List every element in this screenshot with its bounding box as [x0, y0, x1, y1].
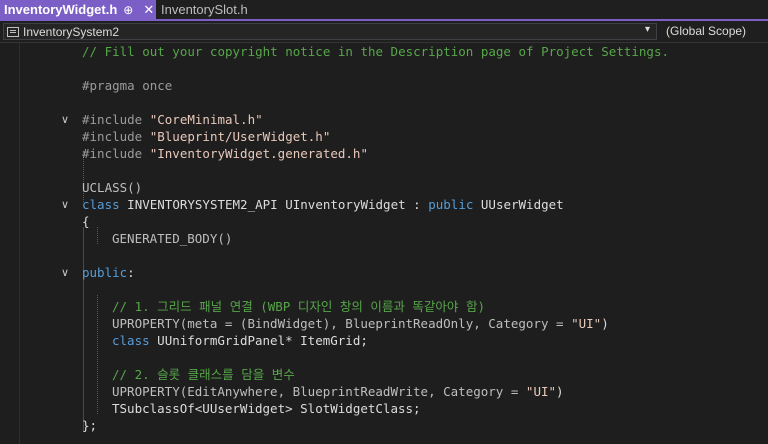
- fold-toggle-icon[interactable]: ∨: [61, 264, 73, 281]
- tab-inventorywidget-h[interactable]: InventoryWidget.h ⊕ ✕: [0, 0, 156, 19]
- code-line: #include "Blueprint/UserWidget.h": [82, 129, 331, 144]
- code-line: TSubclassOf<UUserWidget> SlotWidgetClass…: [112, 401, 421, 416]
- global-scope-dropdown[interactable]: (Global Scope): [666, 24, 746, 38]
- fold-toggle-icon[interactable]: ∨: [61, 196, 73, 213]
- code-line: class UUniformGridPanel* ItemGrid;: [112, 333, 368, 348]
- tab-label: InventorySlot.h: [161, 2, 248, 17]
- indent-guide: [97, 227, 98, 244]
- indent-guide: [97, 295, 98, 414]
- code-line: GENERATED_BODY(): [112, 231, 233, 246]
- code-line: #include "CoreMinimal.h": [82, 112, 263, 127]
- code-line: };: [82, 418, 98, 433]
- code-line: class INVENTORYSYSTEM2_API UInventoryWid…: [82, 197, 564, 212]
- code-line: #pragma once: [82, 78, 173, 93]
- indent-guide: [83, 227, 84, 431]
- fold-toggle-icon[interactable]: ∨: [61, 111, 73, 128]
- close-icon[interactable]: ✕: [143, 2, 154, 18]
- code-line: UCLASS(): [82, 180, 143, 195]
- project-scope-dropdown[interactable]: InventorySystem2 ▾: [3, 23, 657, 40]
- project-icon: [7, 26, 19, 37]
- project-scope-label: InventorySystem2: [23, 24, 120, 39]
- code-line: // Fill out your copyright notice in the…: [82, 44, 669, 59]
- pin-icon[interactable]: ⊕: [123, 3, 133, 17]
- gutter-separator: [19, 43, 20, 444]
- code-line: // 2. 슬롯 클래스를 담을 변수: [112, 367, 295, 382]
- tab-inventoryslot-h[interactable]: InventorySlot.h: [157, 0, 267, 19]
- code-line: public:: [82, 265, 135, 280]
- code-line: #include "InventoryWidget.generated.h": [82, 146, 368, 161]
- chevron-down-icon[interactable]: ▾: [645, 24, 650, 35]
- code-line: UPROPERTY(EditAnywhere, BlueprintReadWri…: [112, 384, 564, 399]
- tab-label: InventoryWidget.h: [4, 2, 118, 17]
- code-editor[interactable]: ∨ ∨ ∨ // Fill out your copyright notice …: [0, 43, 768, 444]
- code-line: {: [82, 214, 90, 229]
- code-line: // 1. 그리드 패널 연결 (WBP 디자인 창의 이름과 똑같아야 함): [112, 299, 485, 314]
- navigation-bar: InventorySystem2 ▾ (Global Scope): [0, 21, 768, 43]
- document-tab-bar: InventoryWidget.h ⊕ ✕ InventorySlot.h: [0, 0, 768, 21]
- code-line: UPROPERTY(meta = (BindWidget), Blueprint…: [112, 316, 609, 331]
